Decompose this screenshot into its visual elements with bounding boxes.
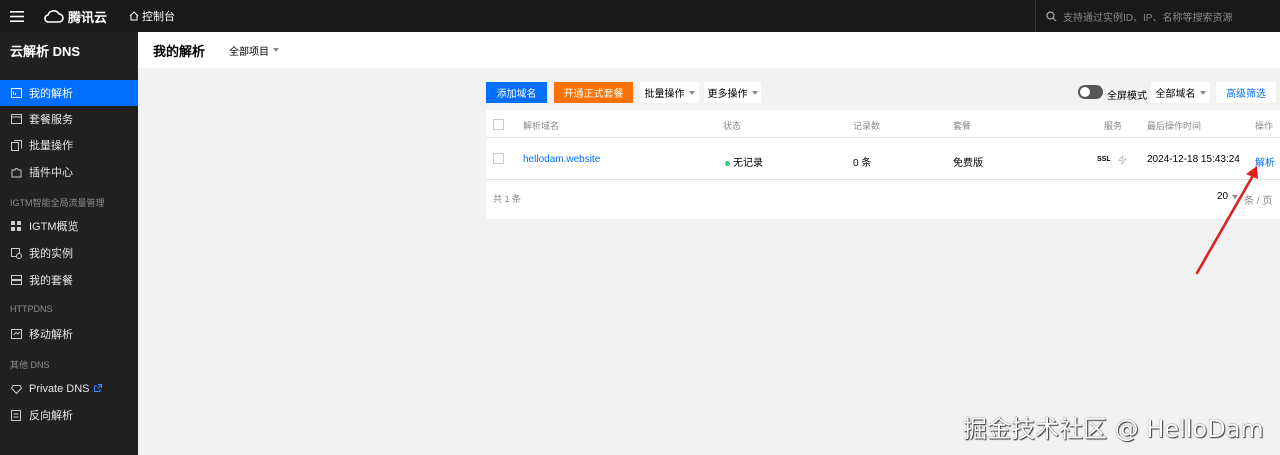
chevron-down-icon bbox=[1199, 90, 1206, 95]
sidebar-item-mobile-dns[interactable]: 移动解析 bbox=[0, 321, 138, 347]
fullscreen-toggle[interactable] bbox=[1078, 85, 1103, 99]
add-domain-label: 添加域名 bbox=[496, 89, 537, 100]
open-package-label: 开通正式套餐 bbox=[563, 89, 624, 100]
console-link[interactable]: 控制台 bbox=[129, 8, 175, 24]
tencent-cloud-logo[interactable]: 腾讯云 bbox=[44, 7, 107, 26]
batch-icon bbox=[10, 139, 22, 151]
header-last-op: 最后操作时间 bbox=[1147, 121, 1202, 131]
sidebar-item-label: IGTM概览 bbox=[29, 221, 79, 233]
status-dot bbox=[725, 160, 730, 166]
package-cell: 免费版 bbox=[953, 158, 983, 169]
global-search[interactable]: 支持通过实例ID、IP、名称等搜索资源 bbox=[1035, 0, 1280, 32]
row-checkbox[interactable] bbox=[493, 153, 504, 164]
sidebar-item-label: 我的实例 bbox=[29, 248, 73, 260]
nav-group-igtm: IGTM智能全局流量管理 bbox=[10, 198, 105, 208]
batch-ops-dropdown[interactable]: 批量操作 bbox=[640, 82, 699, 103]
annotation-arrow bbox=[1195, 166, 1258, 275]
page-header: 我的解析 全部项目 bbox=[138, 32, 1280, 68]
diamond-icon bbox=[10, 383, 22, 395]
header-package: 套餐 bbox=[953, 121, 972, 131]
reverse-icon bbox=[10, 409, 22, 421]
sidebar-item-reverse-dns[interactable]: 反向解析 bbox=[0, 402, 138, 428]
cloud-logo-icon bbox=[44, 9, 64, 23]
nav-group-other: 其他 DNS bbox=[10, 360, 50, 370]
external-link-icon bbox=[93, 383, 102, 395]
table-header: 解析域名 状态 记录数 套餐 服务 最后操作时间 操作 bbox=[486, 110, 1280, 138]
plugin-icon bbox=[10, 166, 22, 178]
chevron-down-icon bbox=[273, 48, 280, 52]
more-ops-label: 更多操作 bbox=[707, 89, 748, 100]
grid-icon bbox=[10, 220, 22, 232]
sidebar-item-label: 我的套餐 bbox=[29, 275, 73, 287]
sidebar-item-igtm-overview[interactable]: IGTM概览 bbox=[0, 213, 138, 239]
domain-filter-label: 全部域名 bbox=[1155, 89, 1196, 100]
chevron-down-icon bbox=[688, 90, 695, 95]
header-records: 记录数 bbox=[853, 121, 881, 131]
select-all-checkbox[interactable] bbox=[493, 119, 504, 130]
package-list-icon bbox=[10, 274, 22, 286]
sidebar-item-label: 移动解析 bbox=[29, 329, 73, 341]
sidebar-item-label: 我的解析 bbox=[29, 88, 73, 100]
ssl-service-icon[interactable]: SSL bbox=[1097, 156, 1111, 163]
records-cell: 0 条 bbox=[853, 158, 872, 169]
toggle-knob bbox=[1080, 87, 1090, 97]
top-navbar: 腾讯云 控制台 支持通过实例ID、IP、名称等搜索资源 bbox=[0, 0, 1280, 32]
pagination-total: 共 1 条 bbox=[493, 194, 522, 204]
speed-service-icon[interactable] bbox=[1118, 154, 1127, 168]
sidebar-item-plugins[interactable]: 插件中心 bbox=[0, 159, 138, 185]
sidebar-item-label: 反向解析 bbox=[29, 410, 73, 422]
domain-link[interactable]: hellodam.website bbox=[523, 154, 600, 165]
project-select[interactable]: 全部项目 bbox=[229, 43, 280, 58]
sidebar-item-package[interactable]: 套餐服务 bbox=[0, 106, 138, 132]
mobile-dns-icon bbox=[10, 328, 22, 340]
add-domain-button[interactable]: 添加域名 bbox=[486, 82, 547, 103]
domain-table: 解析域名 状态 记录数 套餐 服务 最后操作时间 操作 hellodam.web… bbox=[486, 110, 1280, 219]
fullscreen-label: 全屏模式 bbox=[1107, 91, 1147, 102]
advanced-filter-label: 高级筛选 bbox=[1226, 89, 1266, 100]
chevron-down-icon bbox=[751, 90, 758, 95]
package-icon bbox=[10, 113, 22, 125]
home-icon bbox=[129, 11, 139, 21]
sidebar-item-private-dns[interactable]: Private DNS bbox=[0, 376, 138, 402]
open-package-button[interactable]: 开通正式套餐 bbox=[554, 82, 633, 103]
page-title: 我的解析 bbox=[153, 43, 206, 59]
sidebar: 云解析 DNS 我的解析 套餐服务 批量操作 插件中心 IGTM智能全局流量管理… bbox=[0, 32, 138, 455]
nav-group-httpdns: HTTPDNS bbox=[10, 304, 53, 314]
header-actions: 操作 bbox=[1255, 121, 1274, 131]
sidebar-item-label: 套餐服务 bbox=[29, 114, 73, 126]
domain-filter-dropdown[interactable]: 全部域名 bbox=[1151, 82, 1210, 103]
status-cell: 无记录 bbox=[725, 154, 763, 169]
advanced-filter-button[interactable]: 高级筛选 bbox=[1216, 82, 1276, 103]
sidebar-item-my-package[interactable]: 我的套餐 bbox=[0, 267, 138, 293]
dns-list-icon bbox=[10, 87, 22, 99]
search-placeholder: 支持通过实例ID、IP、名称等搜索资源 bbox=[1063, 12, 1233, 24]
sidebar-item-batch[interactable]: 批量操作 bbox=[0, 132, 138, 158]
watermark: 掘金技术社区 @ HelloDam bbox=[963, 415, 1264, 443]
sidebar-item-my-instance[interactable]: 我的实例 bbox=[0, 240, 138, 266]
header-status: 状态 bbox=[723, 121, 742, 131]
sidebar-item-label: Private DNS bbox=[29, 383, 90, 395]
sidebar-item-label: 插件中心 bbox=[29, 167, 73, 179]
header-service: 服务 bbox=[1104, 121, 1123, 131]
logo-text: 腾讯云 bbox=[68, 9, 108, 25]
table-row: hellodam.website 无记录 0 条 免费版 SSL 2024-12… bbox=[486, 139, 1280, 180]
sidebar-item-my-dns[interactable]: 我的解析 bbox=[0, 80, 138, 106]
console-label: 控制台 bbox=[142, 11, 176, 23]
header-domain: 解析域名 bbox=[523, 121, 560, 131]
status-text: 无记录 bbox=[733, 158, 763, 169]
instance-icon bbox=[10, 247, 22, 259]
batch-ops-label: 批量操作 bbox=[644, 89, 685, 100]
menu-icon[interactable] bbox=[2, 0, 32, 32]
sidebar-item-label: 批量操作 bbox=[29, 140, 73, 152]
search-icon bbox=[1046, 10, 1057, 21]
more-ops-dropdown[interactable]: 更多操作 bbox=[704, 82, 761, 103]
project-select-value: 全部项目 bbox=[229, 46, 270, 58]
sidebar-title: 云解析 DNS bbox=[10, 43, 81, 59]
